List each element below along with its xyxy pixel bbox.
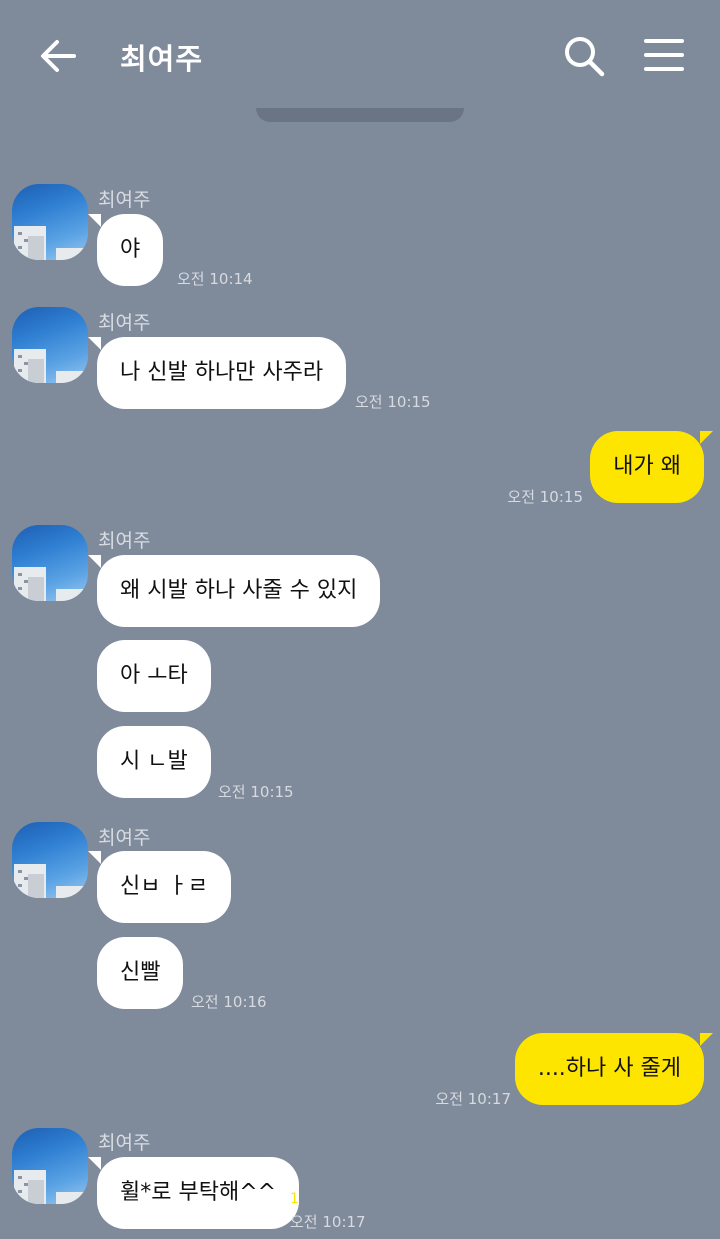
avatar[interactable] xyxy=(12,525,88,601)
message-bubble[interactable]: 나 신발 하나만 사주라 xyxy=(88,337,347,409)
message-time: 오전 10:15 xyxy=(218,783,294,801)
my-message-bubble[interactable]: ....하나 사 줄게 xyxy=(514,1033,713,1105)
message-time: 오전 10:17 xyxy=(435,1090,511,1108)
search-button[interactable] xyxy=(560,32,608,80)
search-icon xyxy=(565,37,605,77)
message-text: 야 xyxy=(120,237,141,262)
message-time: 오전 10:15 xyxy=(507,488,583,506)
menu-button[interactable] xyxy=(640,32,688,80)
message-time: 오전 10:16 xyxy=(191,993,267,1011)
unread-count: 1 xyxy=(290,1191,299,1207)
sender-name: 최여주 xyxy=(98,827,151,849)
chat-header: 최여주 xyxy=(0,0,720,110)
bubble-tail xyxy=(88,1157,101,1170)
message-bubble[interactable]: 아 ㅗ타 xyxy=(97,640,211,712)
message-text: 나 신발 하나만 사주라 xyxy=(120,360,324,385)
my-message-bubble[interactable]: 내가 왜 xyxy=(590,431,713,503)
message-bubble[interactable]: 시 ㄴ발 xyxy=(97,726,211,798)
bubble-tail xyxy=(700,1033,713,1046)
back-button[interactable] xyxy=(36,33,82,79)
message-text: 신ㅂ ㅏㄹ xyxy=(120,874,208,899)
sender-name: 최여주 xyxy=(98,312,151,334)
bubble-tail xyxy=(700,431,713,444)
message-bubble[interactable]: 야 xyxy=(88,214,164,286)
message-time: 오전 10:14 xyxy=(177,270,253,288)
bubble-tail xyxy=(88,337,101,350)
message-text: 내가 왜 xyxy=(613,454,681,479)
bubble-tail xyxy=(88,555,101,568)
message-time: 오전 10:15 xyxy=(355,393,431,411)
message-text: 왜 시발 하나 사줄 수 있지 xyxy=(120,578,358,603)
message-text: 시 ㄴ발 xyxy=(120,749,188,774)
message-bubble[interactable]: 왜 시발 하나 사줄 수 있지 xyxy=(88,555,381,627)
message-text: 휠*로 부탁해^^ xyxy=(120,1180,277,1205)
message-bubble[interactable]: 신ㅂ ㅏㄹ xyxy=(88,851,231,923)
bubble-tail xyxy=(88,851,101,864)
chat-title: 최여주 xyxy=(120,42,204,76)
avatar[interactable] xyxy=(12,1128,88,1204)
message-time: 오전 10:17 xyxy=(290,1213,366,1231)
message-bubble[interactable]: 휠*로 부탁해^^ xyxy=(88,1157,300,1229)
hamburger-menu-icon xyxy=(644,39,684,71)
message-text: ....하나 사 줄게 xyxy=(537,1056,681,1081)
message-text: 신빨 xyxy=(120,960,161,985)
avatar[interactable] xyxy=(12,184,88,260)
message-bubble[interactable]: 신빨 xyxy=(97,937,184,1009)
arrow-left-icon xyxy=(41,40,76,72)
sender-name: 최여주 xyxy=(98,189,151,211)
scroll-handle[interactable] xyxy=(256,108,464,122)
avatar[interactable] xyxy=(12,307,88,383)
avatar[interactable] xyxy=(12,822,88,898)
sender-name: 최여주 xyxy=(98,530,151,552)
message-text: 아 ㅗ타 xyxy=(120,663,188,688)
sender-name: 최여주 xyxy=(98,1132,151,1154)
bubble-tail xyxy=(88,214,101,227)
